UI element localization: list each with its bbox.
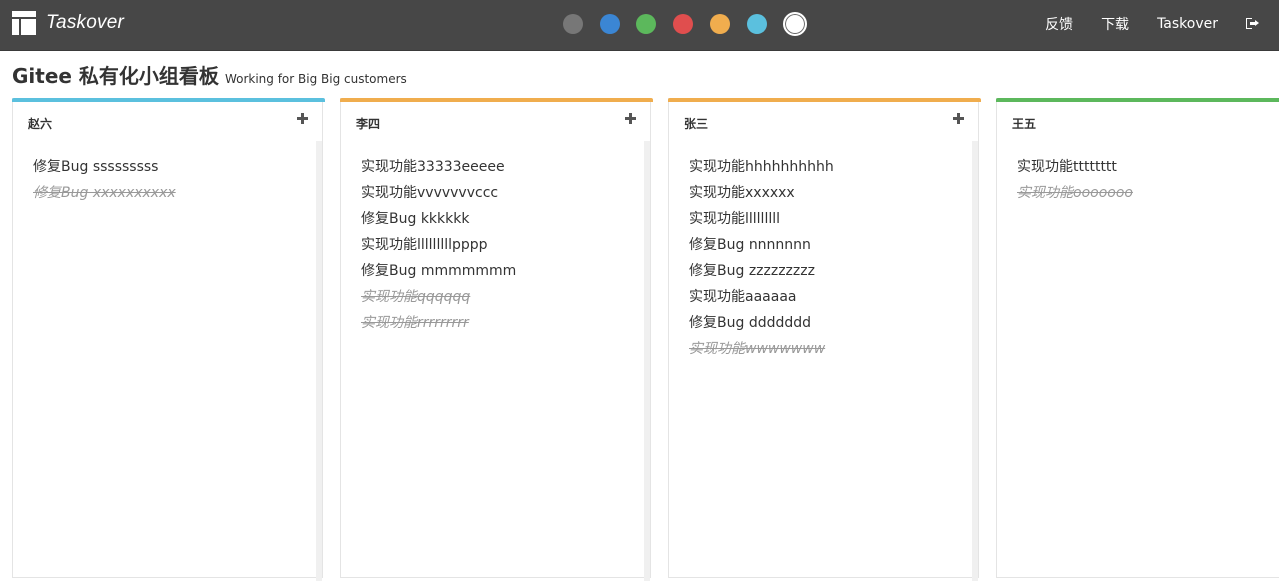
task-item[interactable]: 实现功能33333eeeee (361, 154, 516, 180)
task-list: 修复Bug sssssssss 修复Bug xxxxxxxxxx (33, 154, 176, 206)
theme-swatch[interactable] (783, 12, 808, 36)
task-item[interactable]: 修复Bug zzzzzzzzz (689, 258, 834, 284)
task-item[interactable]: 实现功能hhhhhhhhhh (689, 154, 834, 180)
task-item[interactable]: 实现功能xxxxxx (689, 180, 834, 206)
theme-swatch[interactable] (636, 14, 657, 34)
task-item[interactable]: 实现功能vvvvvvvccc (361, 180, 516, 206)
kanban-column: 张三 实现功能hhhhhhhhhh 实现功能xxxxxx 实现功能lllllllll 修… (668, 98, 981, 581)
theme-swatch[interactable] (746, 14, 767, 34)
top-navbar: Taskover 反馈 下载 Taskover (0, 0, 1279, 51)
column-color-bar (996, 98, 1279, 102)
theme-swatch[interactable] (599, 14, 620, 34)
add-task-icon[interactable] (625, 113, 636, 124)
add-task-icon[interactable] (953, 113, 964, 124)
user-menu[interactable]: Taskover (1157, 16, 1218, 32)
sign-out-icon[interactable] (1246, 17, 1259, 30)
theme-swatch[interactable] (709, 14, 730, 34)
board-subtitle: Working for Big Big customers (224, 72, 407, 86)
add-task-icon[interactable] (297, 113, 308, 124)
task-item[interactable]: 实现功能lllllllllpppp (361, 232, 516, 258)
column-color-bar (340, 98, 653, 102)
task-item[interactable]: 修复Bug kkkkkk (361, 206, 516, 232)
download-link[interactable]: 下载 (1101, 14, 1129, 34)
task-item-done[interactable]: 实现功能qqqqqq (361, 284, 516, 310)
task-item[interactable]: 实现功能aaaaaa (689, 284, 834, 310)
task-list: 实现功能tttttttt 实现功能ooooooo (1017, 154, 1133, 206)
task-list: 实现功能33333eeeee 实现功能vvvvvvvccc 修复Bug kkkkkk… (361, 154, 516, 336)
kanban-column: 王五实现功能tttttttt 实现功能ooooooo (996, 98, 1279, 578)
kanban-column: 赵六修复Bug sssssssss 修复Bug xxxxxxxxxx (12, 98, 325, 581)
task-item-done[interactable]: 实现功能rrrrrrrrr (361, 310, 516, 336)
task-item[interactable]: 实现功能tttttttt (1017, 154, 1133, 180)
board-layout-icon (12, 11, 36, 35)
board-header: Gitee 私有化小组看板 Working for Big Big custom… (12, 60, 407, 89)
column-scrollbar[interactable] (316, 141, 322, 581)
task-list: 实现功能hhhhhhhhhh 实现功能xxxxxx 实现功能lllllllll 修复B… (689, 154, 834, 362)
feedback-link[interactable]: 反馈 (1045, 14, 1073, 34)
task-item-done[interactable]: 修复Bug xxxxxxxxxx (33, 180, 176, 206)
theme-swatch[interactable] (563, 14, 583, 34)
theme-swatch[interactable] (673, 14, 694, 34)
column-color-bar (668, 98, 981, 102)
column-title: 张三 (684, 117, 709, 131)
brand-name: Taskover (46, 12, 124, 33)
column-scrollbar[interactable] (972, 141, 978, 581)
task-item-done[interactable]: 实现功能wwwwwww (689, 336, 834, 362)
column-title: 李四 (356, 117, 381, 131)
nav-links: 反馈 下载 Taskover (1017, 0, 1259, 47)
column-title: 赵六 (28, 117, 53, 131)
task-item[interactable]: 修复Bug ddddddd (689, 310, 834, 336)
task-item-done[interactable]: 实现功能ooooooo (1017, 180, 1133, 206)
column-color-bar (12, 98, 325, 102)
task-item[interactable]: 修复Bug nnnnnnn (689, 232, 834, 258)
task-item[interactable]: 修复Bug sssssssss (33, 154, 176, 180)
task-item[interactable]: 实现功能lllllllll (689, 206, 834, 232)
task-item[interactable]: 修复Bug mmmmmmm (361, 258, 516, 284)
brand[interactable]: Taskover (12, 11, 124, 35)
kanban-column: 李四实现功能33333eeeee 实现功能vvvvvvvccc 修复Bug kkkk… (340, 98, 653, 581)
column-title: 王五 (1012, 117, 1037, 131)
column-scrollbar[interactable] (644, 141, 650, 581)
board-title: Gitee 私有化小组看板 (12, 64, 219, 88)
